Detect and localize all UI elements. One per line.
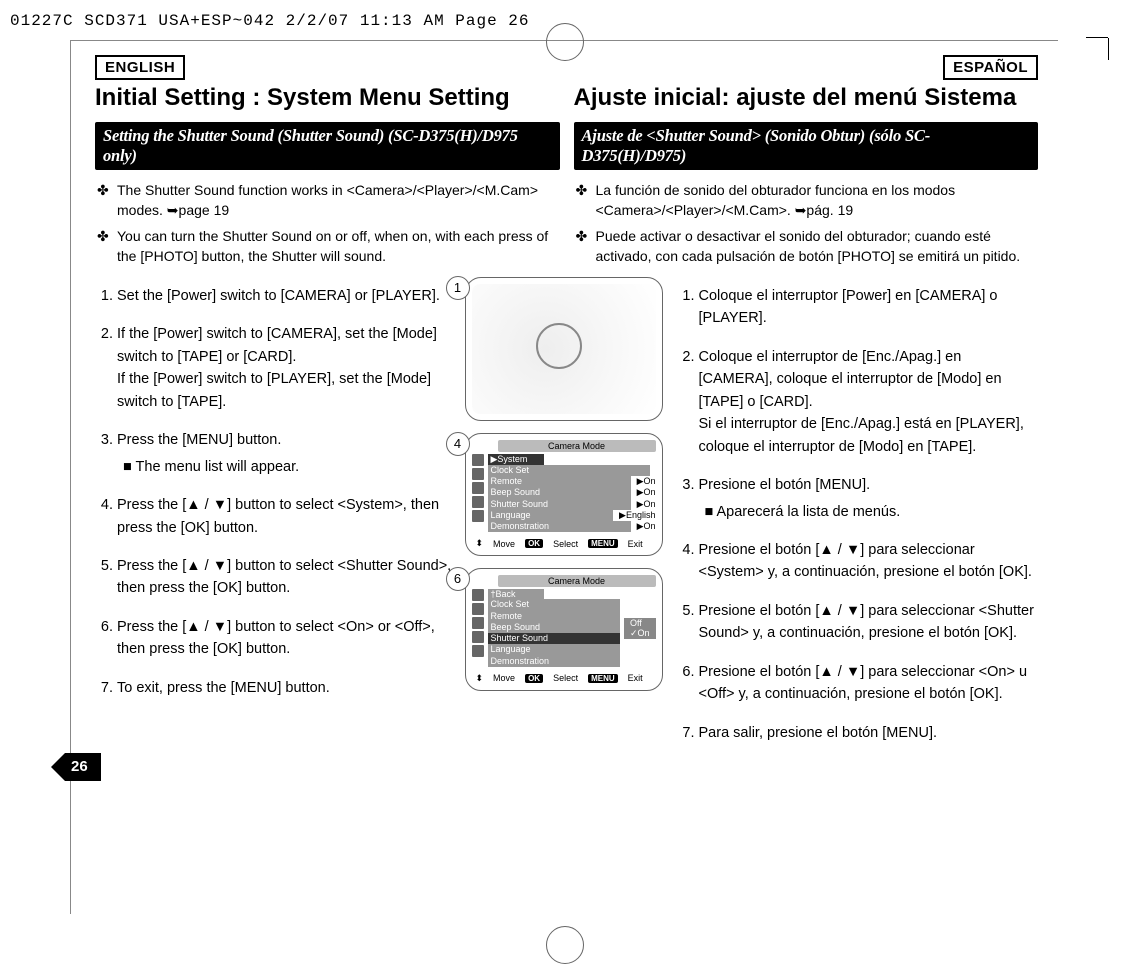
camcorder-icon [472,482,484,494]
section-bar-en: Setting the Shutter Sound (Shutter Sound… [95,122,560,170]
osd6-item: Shutter Sound [488,633,620,644]
step-en-4: Press the [▲ / ▼] button to select <Syst… [117,494,457,539]
page-frame: ENGLISH ESPAÑOL Initial Setting : System… [70,40,1058,914]
step-es-2: Coloque el interruptor de [Enc./Apag.] e… [699,346,1039,458]
bullet-es-1: La función de sonido del obturador funci… [574,180,1039,221]
ok-key: OK [525,539,543,548]
camcorder-icon [472,617,484,629]
language-tag-english: ENGLISH [95,55,185,80]
power-dial-icon [536,323,582,369]
foot-select: Select [553,673,578,683]
osd4-item: Shutter Sound [488,499,631,510]
language-tag-spanish: ESPAÑOL [943,55,1038,80]
step-es-6: Presione el botón [▲ / ▼] para seleccion… [699,661,1039,706]
camera-icon [472,454,484,466]
move-key-icon: ⬍ [476,538,484,549]
figure-1-number: 1 [446,276,470,300]
osd6-item: Demonstration [488,656,620,667]
osd4-value: ▶On [637,487,656,498]
figure-6-number: 6 [446,567,470,591]
step-es-5: Presione el botón [▲ / ▼] para seleccion… [699,600,1039,645]
steps-spanish: Coloque el interruptor [Power] en [CAMER… [671,277,1039,761]
foot-move: Move [493,539,515,549]
osd6-item: Remote [488,611,620,622]
gear-icon [472,510,484,522]
osd4-item: Clock Set [488,465,650,476]
bullet-en-2: You can turn the Shutter Sound on or off… [95,226,560,267]
crop-mark-icon [1080,38,1108,66]
step-en-1: Set the [Power] switch to [CAMERA] or [P… [117,285,457,307]
step-en-7: To exit, press the [MENU] button. [117,677,457,699]
ok-key: OK [525,674,543,683]
section-bar-es: Ajuste de <Shutter Sound> (Sonido Obtur)… [574,122,1039,170]
foot-select: Select [553,539,578,549]
title-es: Ajuste inicial: ajuste del menú Sistema [574,84,1039,112]
step-es-3: Presione el botón [MENU]. Aparecerá la l… [699,474,1039,523]
step-es-4: Presione el botón [▲ / ▼] para seleccion… [699,539,1039,584]
step-en-6: Press the [▲ / ▼] button to select <On> … [117,616,457,661]
step-es-1: Coloque el interruptor [Power] en [CAMER… [699,285,1039,330]
osd4-item: Beep Sound [488,487,631,498]
foot-move: Move [493,673,515,683]
camcorder-illustration [472,284,656,414]
osd4-item: Language [488,510,614,521]
tape-icon [472,496,484,508]
menu-key: MENU [588,674,618,683]
hand-icon [472,468,484,480]
osd6-item: Beep Sound [488,622,620,633]
osd4-item: Remote [488,476,631,487]
step-en-3: Press the [MENU] button. The menu list w… [117,429,457,478]
osd4-value: ▶English [619,510,655,521]
step-en-2: If the [Power] switch to [CAMERA], set t… [117,323,457,413]
tape-icon [472,631,484,643]
osd4-value: ▶On [637,499,656,510]
bullet-es-2: Puede activar o desactivar el sonido del… [574,226,1039,267]
registration-mark-icon [546,926,584,964]
substep-es-3: Aparecerá la lista de menús. [705,501,1039,523]
steps-english: Set the [Power] switch to [CAMERA] or [P… [95,277,457,716]
hand-icon [472,603,484,615]
substep-en-3: The menu list will appear. [123,456,457,478]
title-en: Initial Setting : System Menu Setting [95,84,560,112]
move-key-icon: ⬍ [476,673,484,684]
osd4-value: ▶On [637,521,656,532]
osd-menu-6: Camera Mode †BackClock SetRemoteBeep Sou… [472,575,656,684]
column-english: Initial Setting : System Menu Setting Se… [95,80,560,277]
osd6-mode: Camera Mode [498,575,656,587]
osd4-value: ▶On [637,476,656,487]
foot-exit: Exit [628,539,643,549]
page-number: 26 [71,758,88,775]
osd6-item: Language [488,644,620,655]
page-number-badge: 26 [65,753,101,786]
figure-4: 4 Camera Mode ▶SystemClock SetRemot [465,433,663,557]
osd6-option: Off [624,618,656,628]
osd6-item: Clock Set [488,599,620,610]
bullet-en-1: The Shutter Sound function works in <Cam… [95,180,560,221]
figure-1: 1 [465,277,663,421]
osd6-back: †Back [488,589,544,599]
foot-exit: Exit [628,673,643,683]
osd4-mode: Camera Mode [498,440,656,452]
step-es-7: Para salir, presione el botón [MENU]. [699,722,1039,744]
osd-menu-4: Camera Mode ▶SystemClock SetRemote ▶On Bee… [472,440,656,550]
gear-icon [472,645,484,657]
menu-key: MENU [588,539,618,548]
figure-4-number: 4 [446,432,470,456]
osd4-tab: ▶System [488,454,544,465]
osd6-option: ✓On [624,628,656,639]
camera-icon [472,589,484,601]
figure-column: 1 4 Camera Mode [465,427,663,691]
osd4-item: Demonstration [488,521,631,532]
column-spanish: Ajuste inicial: ajuste del menú Sistema … [568,80,1039,277]
figure-6: 6 Camera Mode †BackClock SetRemoteB [465,568,663,691]
step-en-5: Press the [▲ / ▼] button to select <Shut… [117,555,457,600]
